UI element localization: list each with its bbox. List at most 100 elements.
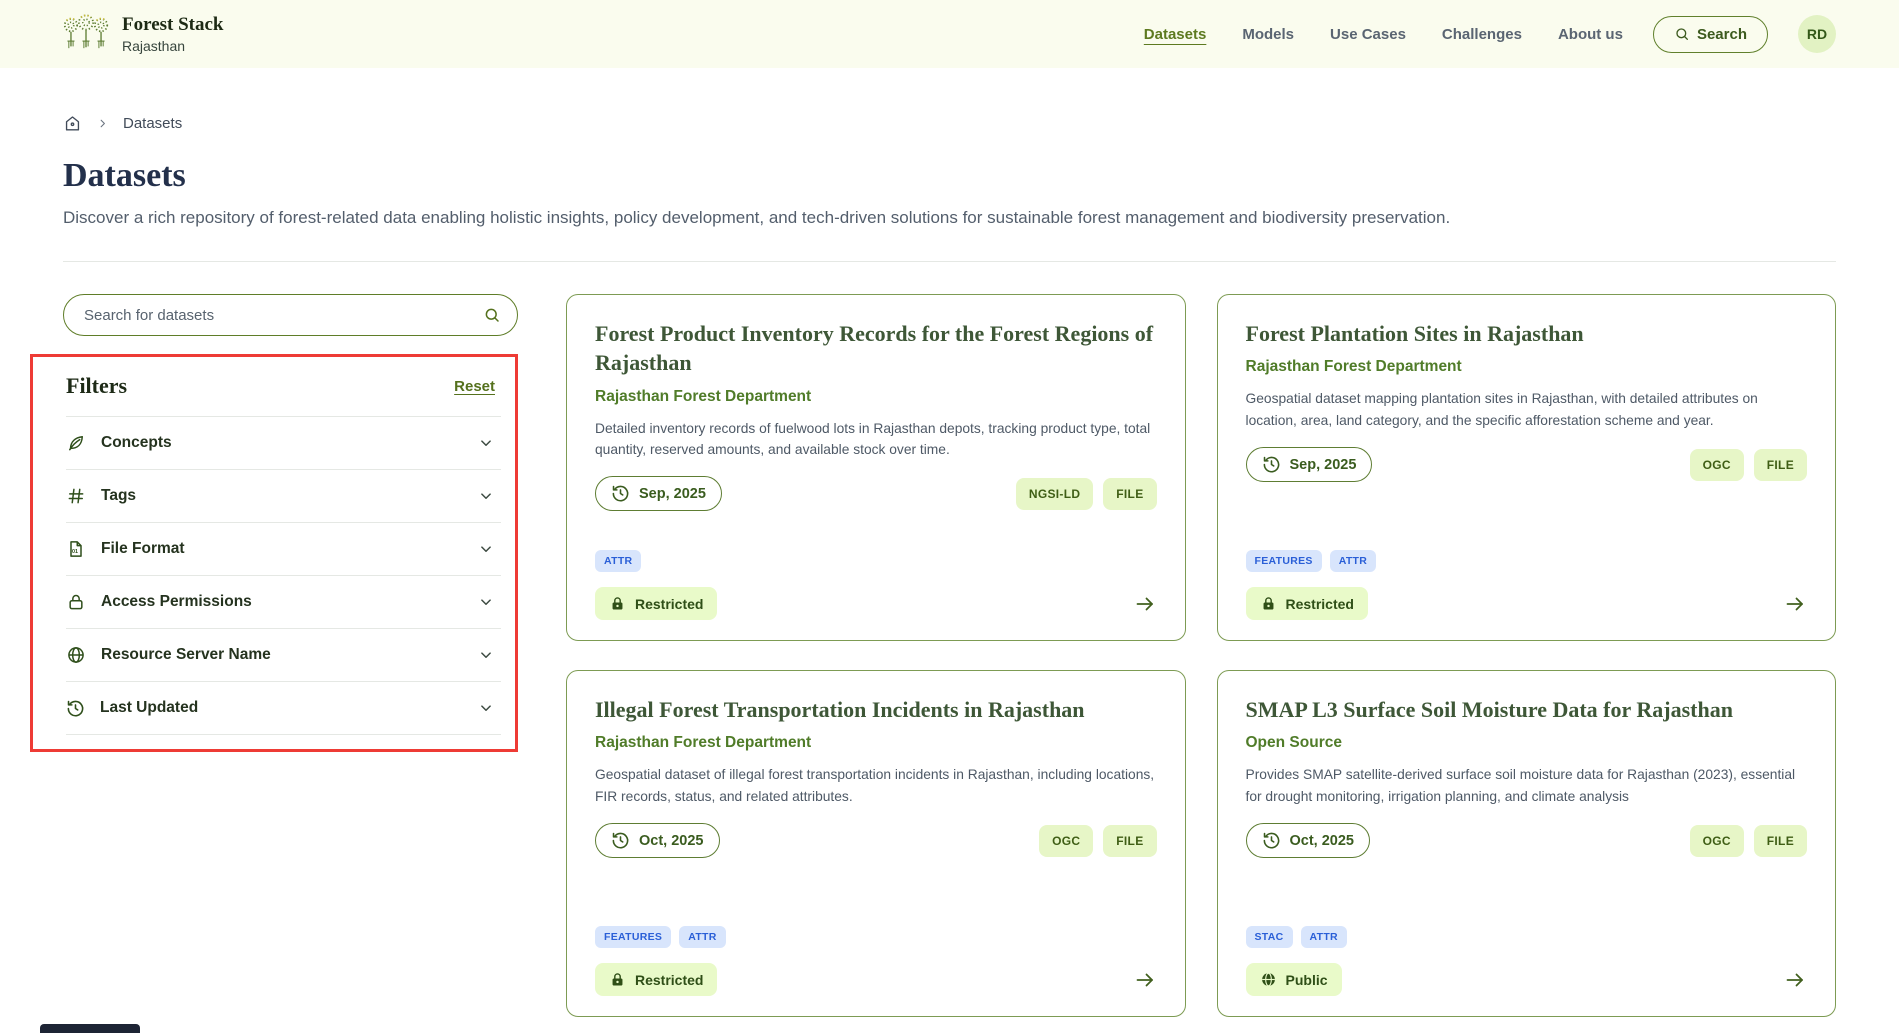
search-button-label: Search <box>1697 26 1747 43</box>
breadcrumb-current: Datasets <box>123 115 182 132</box>
globe-filled-icon <box>1260 971 1277 988</box>
nav-item-challenges[interactable]: Challenges <box>1442 26 1522 43</box>
arrow-right-icon[interactable] <box>1783 968 1807 992</box>
main-nav: Datasets Models Use Cases Challenges About u… <box>1144 26 1623 43</box>
card-footer-row: Restricted <box>595 587 1157 620</box>
arrow-right-icon[interactable] <box>1133 968 1157 992</box>
brand-title: Forest Stack <box>122 14 224 36</box>
api-badge-stac: STAC <box>1246 926 1293 948</box>
spacer <box>595 511 1157 550</box>
last-updated-pill: Sep, 2025 <box>1246 447 1373 482</box>
filters-sidebar: Filters Reset Concepts Tags 01 File Format A… <box>63 294 518 1017</box>
dataset-card[interactable]: SMAP L3 Surface Soil Moisture Data for R… <box>1217 670 1837 1017</box>
filter-label: Last Updated <box>100 699 198 717</box>
filter-label: Tags <box>101 487 136 505</box>
filter-row-file-format[interactable]: 01 File Format <box>66 523 501 576</box>
dataset-description: Geospatial dataset mapping plantation si… <box>1246 388 1808 431</box>
page-title: Datasets <box>63 157 1836 195</box>
filter-row-concepts[interactable]: Concepts <box>66 417 501 470</box>
format-tags: OGCFILE <box>1039 825 1156 857</box>
card-footer-row: Restricted <box>1246 587 1808 620</box>
search-button[interactable]: Search <box>1653 16 1768 53</box>
access-label: Restricted <box>635 972 703 988</box>
dataset-description: Geospatial dataset of illegal forest tra… <box>595 764 1157 807</box>
chevron-right-icon <box>96 117 109 130</box>
api-badges: STACATTR <box>1246 926 1808 948</box>
dataset-title[interactable]: Forest Plantation Sites in Rajasthan <box>1246 319 1808 348</box>
format-tags: OGCFILE <box>1690 825 1807 857</box>
card-meta-row: Sep, 2025 OGCFILE <box>1246 447 1808 482</box>
card-footer-row: Public <box>1246 963 1808 996</box>
last-updated-label: Oct, 2025 <box>639 833 704 849</box>
chevron-down-icon <box>477 593 495 611</box>
api-badges: FEATURES ATTR <box>595 926 1157 948</box>
dataset-card[interactable]: Forest Product Inventory Records for the… <box>566 294 1186 641</box>
reset-filters-link[interactable]: Reset <box>454 378 495 395</box>
spacer <box>1246 482 1808 550</box>
spacer <box>595 858 1157 926</box>
last-updated-pill: Oct, 2025 <box>1246 823 1371 858</box>
footer-partial <box>40 1024 140 1033</box>
page-description: Discover a rich repository of forest-rel… <box>63 208 1836 228</box>
dataset-org: Rajasthan Forest Department <box>1246 358 1808 376</box>
forest-stack-logo <box>63 9 109 59</box>
lock-filled-icon <box>609 971 626 988</box>
home-icon[interactable] <box>63 114 82 133</box>
last-updated-pill: Sep, 2025 <box>595 476 722 511</box>
nav-item-models[interactable]: Models <box>1242 26 1294 43</box>
brand-subtitle: Rajasthan <box>122 38 224 54</box>
api-badge-attr: ATTR <box>679 926 725 948</box>
access-pill: Restricted <box>595 587 717 620</box>
chevron-down-icon <box>477 540 495 558</box>
lock-filled-icon <box>1260 595 1277 612</box>
api-badge-features: FEATURES <box>595 926 671 948</box>
filters-title: Filters <box>66 373 127 399</box>
dataset-search-input[interactable] <box>63 294 518 336</box>
globe-icon <box>66 645 86 665</box>
dataset-search-wrap <box>63 294 518 336</box>
nav-area: Datasets Models Use Cases Challenges About u… <box>1144 15 1836 53</box>
api-badge-attr: ATTR <box>595 550 641 572</box>
dataset-card[interactable]: Forest Plantation Sites in Rajasthan Raj… <box>1217 294 1837 641</box>
user-avatar[interactable]: RD <box>1798 15 1836 53</box>
dataset-card[interactable]: Illegal Forest Transportation Incidents … <box>566 670 1186 1017</box>
filter-row-last-updated[interactable]: Last Updated <box>66 682 501 735</box>
last-updated-label: Sep, 2025 <box>1290 457 1357 473</box>
filters-panel-highlighted: Filters Reset Concepts Tags 01 File Format A… <box>30 354 518 752</box>
breadcrumb: Datasets <box>63 114 1836 133</box>
format-tag-file: FILE <box>1754 449 1807 481</box>
filter-label: Access Permissions <box>101 593 252 611</box>
brand-logo-block[interactable]: Forest Stack Rajasthan <box>63 9 224 59</box>
filter-label: File Format <box>101 540 185 558</box>
filter-row-resource-server-name[interactable]: Resource Server Name <box>66 629 501 682</box>
dataset-description: Detailed inventory records of fuelwood l… <box>595 418 1157 461</box>
last-updated-label: Sep, 2025 <box>639 486 706 502</box>
format-tag-file: FILE <box>1103 825 1156 857</box>
dataset-title[interactable]: SMAP L3 Surface Soil Moisture Data for R… <box>1246 695 1808 724</box>
dataset-org: Rajasthan Forest Department <box>595 388 1157 406</box>
cards-grid: Forest Product Inventory Records for the… <box>566 294 1836 1017</box>
nav-item-use-cases[interactable]: Use Cases <box>1330 26 1406 43</box>
chevron-down-icon <box>477 646 495 664</box>
dataset-description: Provides SMAP satellite-derived surface … <box>1246 764 1808 807</box>
nav-item-datasets[interactable]: Datasets <box>1144 26 1207 43</box>
filter-row-tags[interactable]: Tags <box>66 470 501 523</box>
format-tag-ogc: OGC <box>1690 825 1744 857</box>
arrow-right-icon[interactable] <box>1783 592 1807 616</box>
chevron-down-icon <box>477 434 495 452</box>
history-icon <box>66 699 85 718</box>
arrow-right-icon[interactable] <box>1133 592 1157 616</box>
nav-item-about-us[interactable]: About us <box>1558 26 1623 43</box>
history-clock-icon <box>611 484 630 503</box>
history-clock-icon <box>611 831 630 850</box>
dataset-title[interactable]: Forest Product Inventory Records for the… <box>595 319 1157 378</box>
file-code-icon: 01 <box>66 539 86 559</box>
filter-row-access-permissions[interactable]: Access Permissions <box>66 576 501 629</box>
top-header: Forest Stack Rajasthan Datasets Models Use… <box>0 0 1899 68</box>
search-icon[interactable] <box>483 306 501 324</box>
dataset-org: Open Source <box>1246 734 1808 752</box>
api-badge-features: FEATURES <box>1246 550 1322 572</box>
filter-label: Concepts <box>101 434 172 452</box>
hash-icon <box>66 486 86 506</box>
dataset-title[interactable]: Illegal Forest Transportation Incidents … <box>595 695 1157 724</box>
